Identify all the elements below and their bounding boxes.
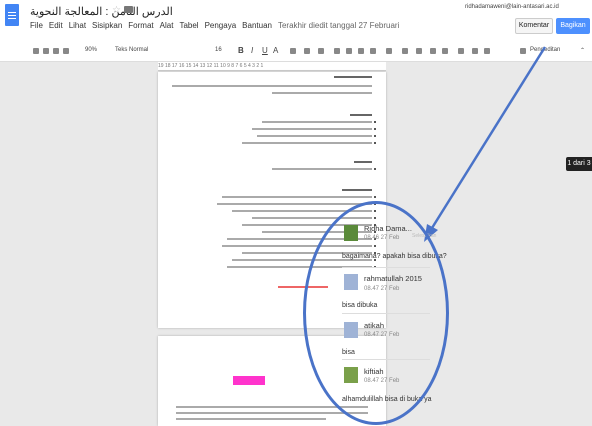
annotation-ellipse: [303, 201, 449, 425]
annotation-arrow: [424, 46, 547, 242]
